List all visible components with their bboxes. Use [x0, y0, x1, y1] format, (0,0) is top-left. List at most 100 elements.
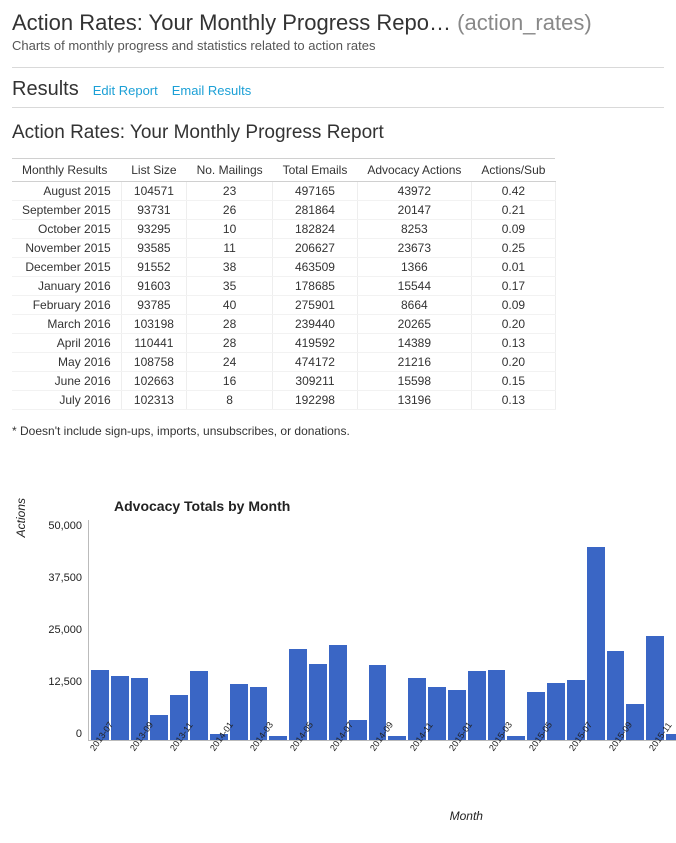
cell-rate: 0.01 [471, 258, 555, 277]
report-title: Action Rates: Your Monthly Progress Repo… [12, 122, 664, 144]
cell-actions: 14389 [357, 334, 471, 353]
cell-list-size: 103198 [121, 315, 186, 334]
page-title-slug: (action_rates) [457, 10, 592, 35]
page-title: Action Rates: Your Monthly Progress Repo… [12, 10, 664, 36]
cell-actions: 43972 [357, 182, 471, 201]
page-subtitle: Charts of monthly progress and statistic… [12, 38, 664, 53]
col-no-mailings: No. Mailings [187, 159, 273, 182]
cell-month: April 2016 [12, 334, 121, 353]
chart-bar [587, 547, 605, 740]
ytick: 12,500 [48, 676, 82, 688]
ytick: 0 [76, 728, 82, 740]
chart-plot-area [88, 520, 676, 741]
cell-actions: 1366 [357, 258, 471, 277]
table-header-row: Monthly Results List Size No. Mailings T… [12, 159, 555, 182]
cell-list-size: 91552 [121, 258, 186, 277]
chart-title: Advocacy Totals by Month [114, 498, 676, 514]
cell-mailings: 24 [187, 353, 273, 372]
advocacy-chart: Actions Advocacy Totals by Month 50,0003… [12, 498, 664, 823]
cell-rate: 0.21 [471, 201, 555, 220]
col-list-size: List Size [121, 159, 186, 182]
cell-mailings: 28 [187, 334, 273, 353]
cell-rate: 0.20 [471, 353, 555, 372]
table-row: February 2016937854027590186640.09 [12, 296, 555, 315]
cell-actions: 23673 [357, 239, 471, 258]
cell-list-size: 102313 [121, 391, 186, 410]
cell-actions: 15544 [357, 277, 471, 296]
edit-report-link[interactable]: Edit Report [93, 83, 158, 98]
cell-rate: 0.13 [471, 391, 555, 410]
cell-list-size: 93295 [121, 220, 186, 239]
cell-list-size: 93585 [121, 239, 186, 258]
cell-emails: 182824 [273, 220, 358, 239]
results-table: Monthly Results List Size No. Mailings T… [12, 158, 556, 410]
ytick: 37,500 [48, 572, 82, 584]
cell-rate: 0.20 [471, 315, 555, 334]
cell-rate: 0.17 [471, 277, 555, 296]
cell-emails: 206627 [273, 239, 358, 258]
chart-ylabel: Actions [12, 498, 28, 617]
cell-month: January 2016 [12, 277, 121, 296]
table-row: July 20161023138192298131960.13 [12, 391, 555, 410]
ytick: 50,000 [48, 520, 82, 532]
cell-month: September 2015 [12, 201, 121, 220]
cell-mailings: 38 [187, 258, 273, 277]
cell-mailings: 40 [187, 296, 273, 315]
cell-month: March 2016 [12, 315, 121, 334]
email-results-link[interactable]: Email Results [172, 83, 251, 98]
cell-emails: 178685 [273, 277, 358, 296]
cell-list-size: 91603 [121, 277, 186, 296]
cell-list-size: 93785 [121, 296, 186, 315]
cell-month: August 2015 [12, 182, 121, 201]
cell-month: November 2015 [12, 239, 121, 258]
cell-mailings: 23 [187, 182, 273, 201]
chart-xlabel: Month [88, 809, 676, 823]
cell-month: June 2016 [12, 372, 121, 391]
cell-rate: 0.09 [471, 296, 555, 315]
cell-month: October 2015 [12, 220, 121, 239]
cell-list-size: 104571 [121, 182, 186, 201]
page-title-main: Action Rates: Your Monthly Progress Repo… [12, 10, 451, 35]
cell-emails: 474172 [273, 353, 358, 372]
cell-mailings: 35 [187, 277, 273, 296]
cell-emails: 192298 [273, 391, 358, 410]
ytick: 25,000 [48, 624, 82, 636]
chart-xticks: 2013-072013-092013-112014-012014-032014-… [88, 747, 676, 787]
table-row: October 2015932951018282482530.09 [12, 220, 555, 239]
cell-month: May 2016 [12, 353, 121, 372]
cell-actions: 15598 [357, 372, 471, 391]
cell-emails: 419592 [273, 334, 358, 353]
cell-actions: 13196 [357, 391, 471, 410]
table-row: May 201610875824474172212160.20 [12, 353, 555, 372]
cell-list-size: 108758 [121, 353, 186, 372]
table-row: January 20169160335178685155440.17 [12, 277, 555, 296]
divider [12, 107, 664, 108]
cell-list-size: 110441 [121, 334, 186, 353]
cell-actions: 20265 [357, 315, 471, 334]
col-advocacy-actions: Advocacy Actions [357, 159, 471, 182]
cell-actions: 21216 [357, 353, 471, 372]
cell-rate: 0.15 [471, 372, 555, 391]
cell-actions: 8664 [357, 296, 471, 315]
cell-rate: 0.13 [471, 334, 555, 353]
cell-mailings: 8 [187, 391, 273, 410]
cell-emails: 281864 [273, 201, 358, 220]
cell-emails: 497165 [273, 182, 358, 201]
cell-month: December 2015 [12, 258, 121, 277]
cell-month: July 2016 [12, 391, 121, 410]
results-heading: Results [12, 78, 79, 101]
col-monthly-results: Monthly Results [12, 159, 121, 182]
cell-list-size: 102663 [121, 372, 186, 391]
cell-month: February 2016 [12, 296, 121, 315]
cell-emails: 239440 [273, 315, 358, 334]
table-row: June 201610266316309211155980.15 [12, 372, 555, 391]
cell-list-size: 93731 [121, 201, 186, 220]
cell-mailings: 10 [187, 220, 273, 239]
cell-mailings: 16 [187, 372, 273, 391]
cell-emails: 463509 [273, 258, 358, 277]
results-header: Results Edit Report Email Results [12, 78, 664, 101]
cell-rate: 0.09 [471, 220, 555, 239]
cell-rate: 0.25 [471, 239, 555, 258]
table-row: December 2015915523846350913660.01 [12, 258, 555, 277]
table-row: September 20159373126281864201470.21 [12, 201, 555, 220]
